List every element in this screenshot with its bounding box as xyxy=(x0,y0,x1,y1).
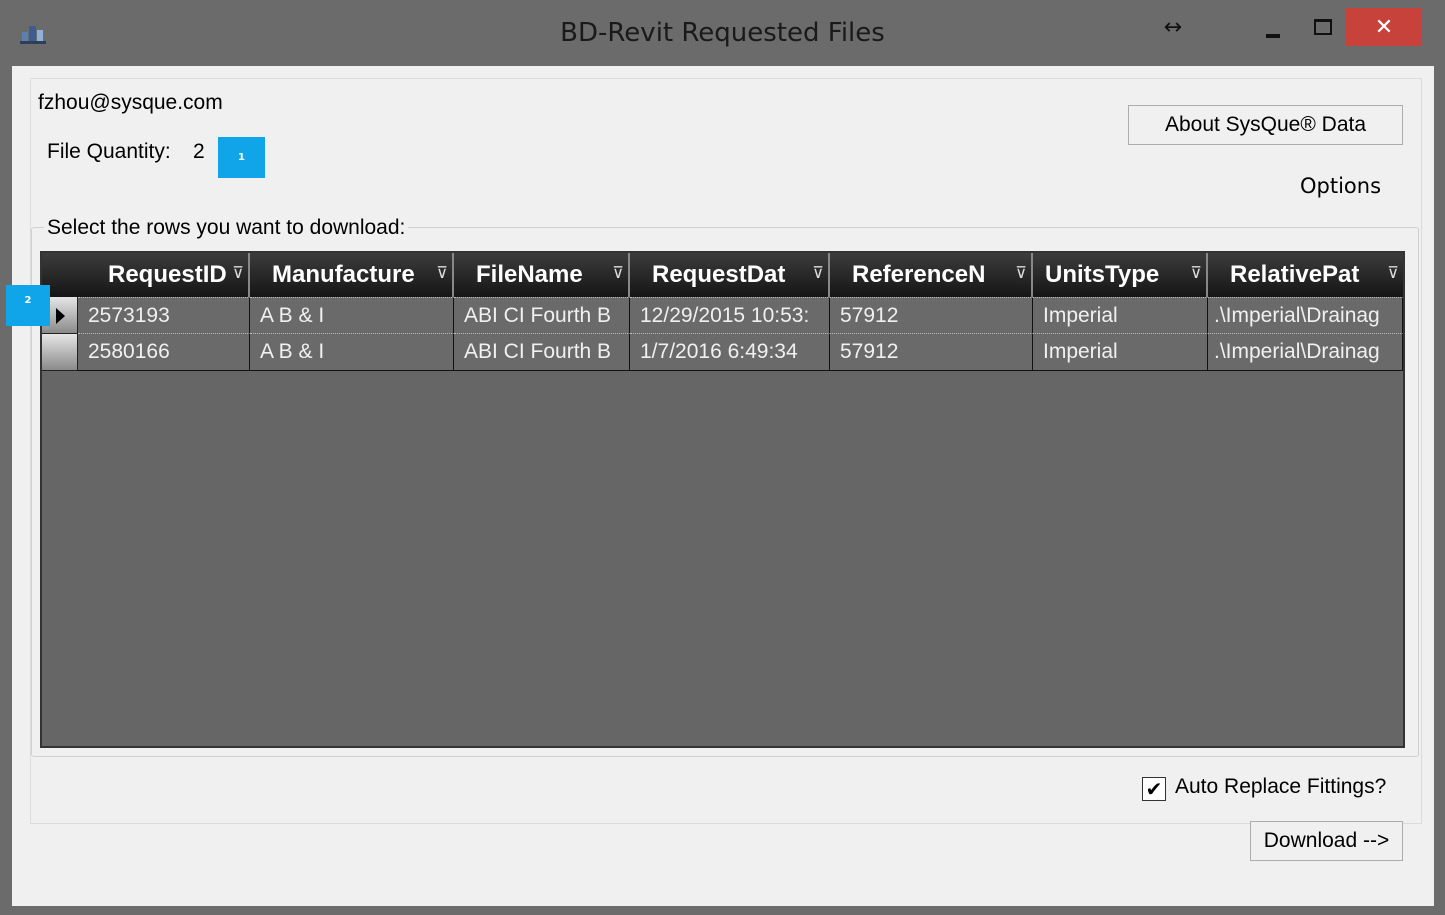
filter-icon[interactable]: ⊽ xyxy=(1387,263,1399,283)
minimize-icon[interactable] xyxy=(1250,7,1296,47)
column-header-label: RequestID xyxy=(108,261,227,288)
column-header-requestdat[interactable]: RequestDat ⊽ xyxy=(630,253,830,297)
files-grid[interactable]: RequestID ⊽ Manufacture ⊽ FileName ⊽ Reques… xyxy=(40,251,1405,748)
options-link[interactable]: Options xyxy=(1300,174,1381,198)
filter-icon[interactable]: ⊽ xyxy=(812,263,824,283)
table-row[interactable]: 2573193 A B & I ABI CI Fourth B 12/29/20… xyxy=(42,297,1403,334)
filter-icon[interactable]: ⊽ xyxy=(436,263,448,283)
column-header-referencen[interactable]: ReferenceN ⊽ xyxy=(830,253,1033,297)
column-header-unitstype[interactable]: UnitsType ⊽ xyxy=(1033,253,1208,297)
table-cell[interactable]: 2573193 xyxy=(78,297,250,334)
account-email: fzhou@sysque.com xyxy=(38,91,223,114)
column-header-label: UnitsType xyxy=(1045,261,1160,288)
window-title: BD-Revit Requested Files xyxy=(560,18,885,48)
table-cell[interactable]: 12/29/2015 10:53: xyxy=(630,297,830,334)
table-cell[interactable]: Imperial xyxy=(1033,297,1208,334)
table-cell[interactable]: 57912 xyxy=(830,334,1033,371)
filter-icon[interactable]: ⊽ xyxy=(612,263,624,283)
group-label: Select the rows you want to download: xyxy=(44,216,409,240)
file-quantity-value: 2 xyxy=(193,140,205,163)
table-row[interactable]: 2580166 A B & I ABI CI Fourth B 1/7/2016… xyxy=(42,334,1403,371)
download-button[interactable]: Download --> xyxy=(1250,821,1403,861)
column-header-label: Manufacture xyxy=(272,261,415,288)
table-cell[interactable]: A B & I xyxy=(250,334,454,371)
table-cell[interactable]: Imperial xyxy=(1033,334,1208,371)
table-cell[interactable]: .\Imperial\Drainag xyxy=(1208,334,1403,371)
row-selector[interactable] xyxy=(42,334,78,371)
grid-header: RequestID ⊽ Manufacture ⊽ FileName ⊽ Reques… xyxy=(42,253,1403,297)
column-header-label: FileName xyxy=(476,261,583,288)
annotation-badge: 2 xyxy=(6,285,50,326)
auto-replace-label[interactable]: Auto Replace Fittings? xyxy=(1175,775,1386,799)
column-header-manufacture[interactable]: Manufacture ⊽ xyxy=(250,253,454,297)
table-cell[interactable]: ABI CI Fourth B xyxy=(454,297,630,334)
column-header-requestid[interactable]: RequestID ⊽ xyxy=(78,253,250,297)
annotation-badge: 1 xyxy=(218,137,265,178)
column-header-filename[interactable]: FileName ⊽ xyxy=(454,253,630,297)
table-cell[interactable]: .\Imperial\Drainag xyxy=(1208,297,1403,334)
close-icon[interactable]: ✕ xyxy=(1346,8,1422,46)
column-header-label: RelativePat xyxy=(1230,261,1360,288)
resize-icon[interactable]: ↔ xyxy=(1150,7,1196,47)
title-bar[interactable]: BD-Revit Requested Files ↔ ✕ xyxy=(0,0,1445,66)
auto-replace-checkbox[interactable]: ✔ xyxy=(1142,777,1166,801)
table-cell[interactable]: 1/7/2016 6:49:34 xyxy=(630,334,830,371)
filter-icon[interactable]: ⊽ xyxy=(1015,263,1027,283)
current-row-arrow-icon xyxy=(56,308,65,324)
file-quantity-label: File Quantity: xyxy=(47,140,171,163)
table-cell[interactable]: A B & I xyxy=(250,297,454,334)
maximize-icon[interactable] xyxy=(1300,7,1346,47)
column-header-relativepat[interactable]: RelativePat ⊽ xyxy=(1208,253,1403,297)
about-button[interactable]: About SysQue® Data xyxy=(1128,105,1403,145)
table-cell[interactable]: 57912 xyxy=(830,297,1033,334)
table-cell[interactable]: ABI CI Fourth B xyxy=(454,334,630,371)
filter-icon[interactable]: ⊽ xyxy=(1190,263,1202,283)
filter-icon[interactable]: ⊽ xyxy=(232,263,244,283)
column-header-label: ReferenceN xyxy=(852,261,986,288)
column-header-label: RequestDat xyxy=(652,261,786,288)
table-cell[interactable]: 2580166 xyxy=(78,334,250,371)
